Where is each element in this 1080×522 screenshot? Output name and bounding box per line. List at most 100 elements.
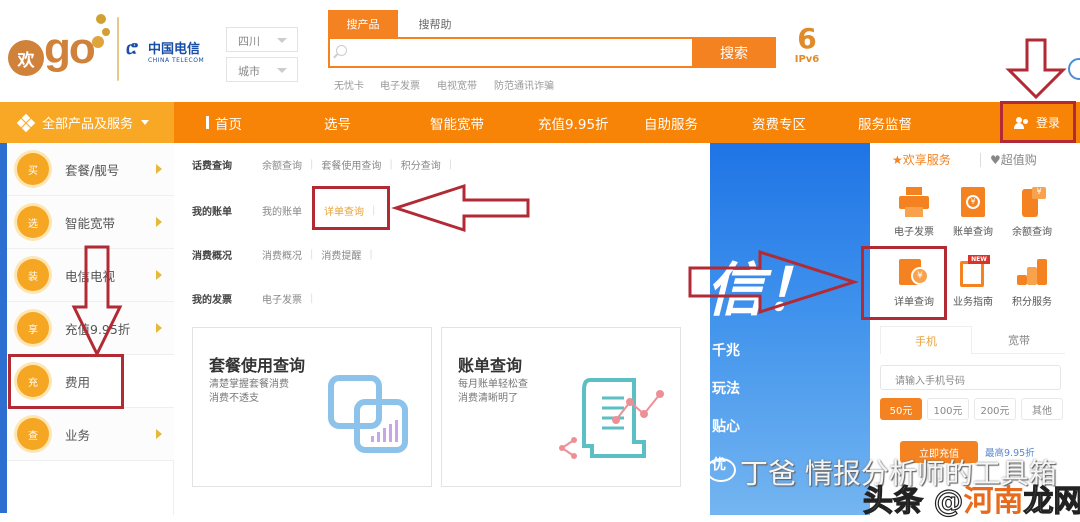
bill-book-icon: ¥ bbox=[958, 187, 988, 217]
submenu-link-reminder[interactable]: 消费提醒 bbox=[321, 247, 361, 262]
tab-search-help[interactable]: 搜帮助 bbox=[400, 10, 470, 37]
amount-option-other[interactable]: 其他 bbox=[1021, 398, 1063, 420]
hot-keyword[interactable]: 电视宽带 bbox=[437, 77, 477, 92]
service-e-invoice[interactable]: 电子发票 bbox=[884, 187, 944, 238]
category-badge: 享 bbox=[17, 312, 49, 344]
banner-headline: 信！ bbox=[710, 256, 823, 324]
telecom-en: CHINA TELECOM bbox=[148, 57, 205, 64]
annotation-box-login bbox=[1000, 101, 1076, 143]
card-desc-line: 消费不透支 bbox=[209, 393, 259, 404]
telecom-cn: 中国电信 bbox=[148, 42, 201, 57]
city-select[interactable]: 城市 bbox=[226, 57, 298, 82]
tab-divider bbox=[980, 153, 981, 167]
chevron-down-icon bbox=[277, 38, 287, 43]
tab-mobile[interactable]: 手机 bbox=[880, 326, 972, 354]
card-plan-usage[interactable]: 套餐使用查询 清楚掌握套餐消费 消费不透支 bbox=[192, 327, 432, 487]
service-bill-query[interactable]: ¥ 账单查询 bbox=[943, 187, 1003, 238]
telecom-icon: ሮ bbox=[126, 38, 138, 59]
category-item-recharge[interactable]: 享 充值9.95折 bbox=[7, 302, 174, 355]
search-input[interactable] bbox=[354, 39, 709, 66]
card-bill-query[interactable]: 账单查询 每月账单轻松查 消费清晰明了 bbox=[441, 327, 681, 487]
hot-keyword[interactable]: 电子发票 bbox=[380, 77, 420, 92]
submenu-link-plan-usage[interactable]: 套餐使用查询 bbox=[321, 157, 381, 172]
annotation-box-detail-service bbox=[861, 246, 947, 320]
submenu-link-balance[interactable]: 余额查询 bbox=[262, 157, 302, 172]
all-products-menu[interactable]: 全部产品及服务 bbox=[0, 102, 174, 143]
annotation-box-fees bbox=[8, 354, 124, 409]
search-button[interactable]: 搜索 bbox=[692, 37, 776, 68]
submenu-category: 我的发票 bbox=[192, 295, 232, 306]
side-float-icon[interactable] bbox=[1068, 58, 1080, 80]
submenu-link-overview[interactable]: 消费概况 bbox=[262, 247, 302, 262]
category-label: 充值9.95折 bbox=[65, 321, 131, 337]
banner-line: 贴心 bbox=[712, 419, 740, 435]
tab-enjoy-service[interactable]: ★欢享服务 bbox=[892, 151, 951, 168]
guide-new-icon: NEW bbox=[958, 255, 990, 287]
province-select[interactable]: 四川 bbox=[226, 27, 298, 52]
nav-recharge[interactable]: 充值9.95折 bbox=[538, 102, 609, 143]
china-telecom-logo: 中国电信 CHINA TELECOM ሮ bbox=[126, 38, 205, 64]
nav-smart-broadband[interactable]: 智能宽带 bbox=[430, 102, 484, 143]
new-badge: NEW bbox=[968, 255, 990, 264]
watermark-suffix: 龙网录 bbox=[1023, 483, 1080, 519]
amount-option-50[interactable]: 50元 bbox=[880, 398, 922, 420]
card-desc: 清楚掌握套餐消费 消费不透支 bbox=[209, 378, 289, 406]
ipv6-icon: 6 bbox=[797, 22, 817, 55]
chevron-right-icon bbox=[156, 217, 162, 227]
phone-number-input[interactable]: 请输入手机号码 bbox=[880, 365, 1061, 390]
submenu-link-points[interactable]: 积分查询 bbox=[401, 157, 441, 172]
nav-self-service[interactable]: 自助服务 bbox=[644, 102, 698, 143]
tab-broadband[interactable]: 宽带 bbox=[973, 326, 1065, 354]
category-item-business[interactable]: 查 业务 bbox=[7, 408, 174, 461]
chevron-right-icon bbox=[156, 429, 162, 439]
service-label: 电子发票 bbox=[894, 227, 934, 238]
category-item-plans[interactable]: 买 套餐/靓号 bbox=[7, 143, 174, 196]
hot-keyword[interactable]: 防范通讯诈骗 bbox=[494, 77, 554, 92]
category-item-tv[interactable]: 装 电信电视 bbox=[7, 249, 174, 302]
chevron-down-icon bbox=[141, 120, 150, 125]
chevron-right-icon bbox=[156, 164, 162, 174]
submenu-link-e-invoice[interactable]: 电子发票 bbox=[262, 291, 302, 306]
service-business-guide[interactable]: NEW 业务指南 bbox=[943, 255, 1003, 308]
logo-huan-badge[interactable]: 欢 bbox=[8, 40, 44, 76]
service-label: 账单查询 bbox=[953, 227, 993, 238]
province-value: 四川 bbox=[238, 35, 260, 48]
diamond-grid-icon bbox=[16, 113, 36, 132]
category-label: 电信电视 bbox=[65, 268, 116, 284]
logo-go-text[interactable]: go bbox=[44, 24, 96, 74]
points-coins-icon bbox=[1017, 257, 1047, 287]
category-badge: 装 bbox=[17, 259, 49, 291]
nav-service-supervision[interactable]: 服务监督 bbox=[858, 102, 912, 143]
category-item-broadband[interactable]: 选 智能宽带 bbox=[7, 196, 174, 249]
card-title: 账单查询 bbox=[458, 356, 523, 375]
scroll-document-icon bbox=[559, 378, 664, 459]
service-balance-query[interactable]: ¥ 余额查询 bbox=[1002, 187, 1062, 238]
service-label: 积分服务 bbox=[1012, 297, 1052, 308]
card-desc: 每月账单轻松查 消费清晰明了 bbox=[458, 378, 528, 406]
nav-choose-number[interactable]: 选号 bbox=[324, 102, 351, 143]
page-bg-strip bbox=[0, 143, 7, 513]
annotation-box-detail-query bbox=[312, 186, 390, 230]
banner-line: 千兆 bbox=[712, 343, 740, 359]
service-label: 余额查询 bbox=[1012, 227, 1052, 238]
category-label: 业务 bbox=[65, 427, 91, 443]
tab-search-products[interactable]: 搜产品 bbox=[328, 10, 398, 37]
submenu-link-my-bill[interactable]: 我的账单 bbox=[262, 203, 302, 218]
service-label: 业务指南 bbox=[953, 297, 993, 308]
tab-label: 欢享服务 bbox=[902, 153, 951, 167]
submenu-row-invoice: 我的发票 电子发票 | bbox=[192, 291, 314, 306]
submenu-category: 话费查询 bbox=[192, 161, 232, 172]
all-products-label: 全部产品及服务 bbox=[42, 117, 134, 132]
nav-tariff-zone[interactable]: 资费专区 bbox=[752, 102, 806, 143]
tab-super-value[interactable]: ♥超值购 bbox=[990, 151, 1037, 168]
tab-label: 超值购 bbox=[1000, 153, 1037, 167]
service-points[interactable]: 积分服务 bbox=[1002, 257, 1062, 308]
arrow-down-login bbox=[1005, 38, 1067, 100]
hot-keyword[interactable]: 无忧卡 bbox=[334, 77, 364, 92]
nav-home[interactable]: 首页 bbox=[206, 102, 242, 143]
amount-option-100[interactable]: 100元 bbox=[927, 398, 969, 420]
card-desc-line: 消费清晰明了 bbox=[458, 393, 518, 404]
amount-option-200[interactable]: 200元 bbox=[974, 398, 1016, 420]
logo-separator bbox=[117, 17, 119, 81]
ipv6-logo: 6 IPv6 bbox=[790, 22, 824, 66]
